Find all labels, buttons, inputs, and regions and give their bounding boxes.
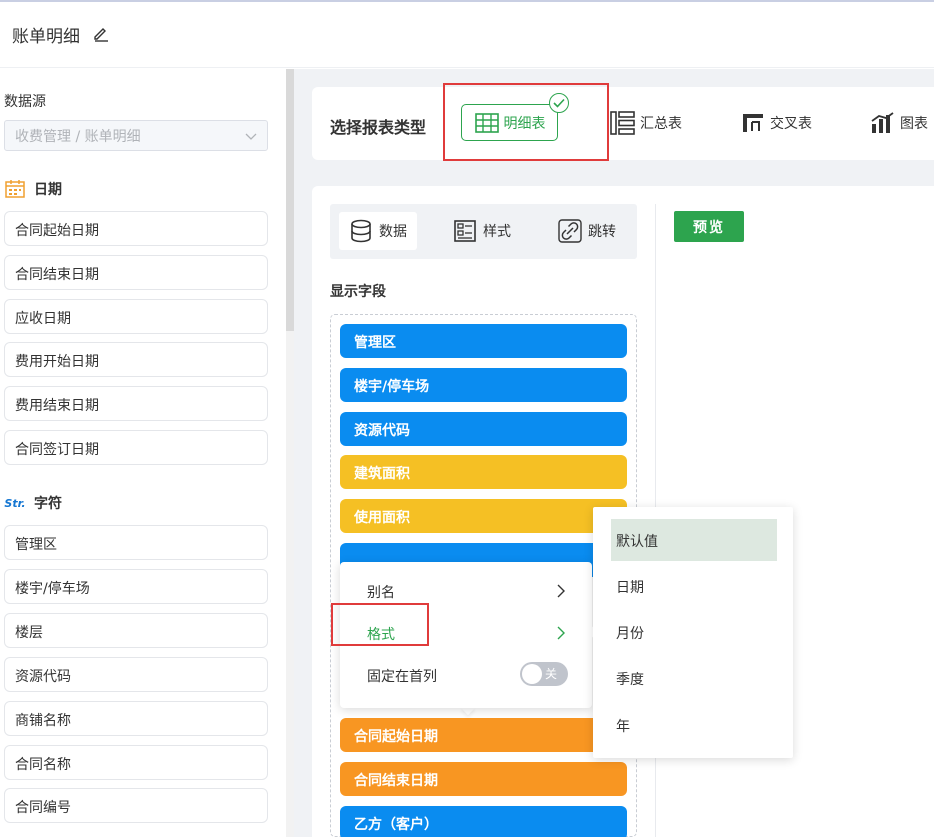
format-submenu: 默认值 日期 月份 季度 年	[593, 507, 793, 758]
report-type-cross[interactable]: 交叉表	[740, 111, 812, 135]
report-type-card: 选择报表类型 明细表 汇总表 交叉表 图表	[312, 87, 934, 160]
database-icon	[349, 219, 373, 243]
config-tabs: 数据 样式 跳转	[330, 204, 637, 259]
format-option-default[interactable]: 默认值	[611, 519, 777, 561]
field-chip[interactable]: 建筑面积	[340, 455, 627, 489]
date-field-item[interactable]: 合同签订日期	[4, 430, 268, 465]
report-type-cross-label: 交叉表	[770, 116, 812, 132]
field-chip[interactable]: 资源代码	[340, 412, 627, 446]
datasource-label: 数据源	[4, 94, 46, 110]
format-option-month[interactable]: 月份	[611, 611, 777, 653]
toggle-label: 关	[545, 667, 558, 681]
highlight-box-format	[331, 603, 429, 646]
chevron-down-icon	[245, 130, 257, 140]
string-group-title: Str. 字符	[4, 493, 62, 513]
tab-style[interactable]: 样式	[443, 212, 521, 250]
chevron-right-icon	[556, 626, 566, 640]
sidebar-scrollbar-thumb[interactable]	[286, 69, 294, 331]
report-type-summary[interactable]: 汇总表	[610, 111, 682, 135]
string-field-item[interactable]: 合同名称	[4, 745, 268, 780]
tab-data[interactable]: 数据	[339, 212, 417, 250]
string-type-icon: Str.	[4, 496, 26, 510]
edit-pencil-icon[interactable]	[92, 24, 110, 42]
cross-table-icon	[740, 111, 766, 135]
string-field-item[interactable]: 资源代码	[4, 657, 268, 692]
string-field-item[interactable]: 商铺名称	[4, 701, 268, 736]
page-title: 账单明细	[12, 27, 80, 47]
chevron-right-icon	[556, 584, 566, 598]
date-field-item[interactable]: 费用开始日期	[4, 342, 268, 377]
date-field-item[interactable]: 应收日期	[4, 299, 268, 334]
date-group-label: 日期	[34, 182, 62, 198]
string-field-item[interactable]: 楼层	[4, 613, 268, 648]
format-option-date[interactable]: 日期	[611, 565, 777, 607]
menu-item-alias[interactable]: 别名	[367, 582, 395, 602]
string-group-label: 字符	[34, 496, 62, 512]
tab-jump-label: 跳转	[588, 224, 616, 240]
date-field-item[interactable]: 合同起始日期	[4, 211, 268, 246]
page-header: 账单明细	[0, 2, 934, 68]
string-field-item[interactable]: 管理区	[4, 525, 268, 560]
tab-jump[interactable]: 跳转	[548, 212, 626, 250]
datasource-select[interactable]: 收费管理 / 账单明细	[4, 120, 268, 151]
field-chip[interactable]: 乙方（客户）	[340, 806, 627, 837]
preview-button[interactable]: 预览	[674, 211, 744, 242]
tab-data-label: 数据	[379, 224, 407, 240]
report-type-chart-label: 图表	[900, 116, 928, 132]
calendar-icon	[4, 179, 26, 199]
date-field-item[interactable]: 费用结束日期	[4, 386, 268, 421]
field-chip[interactable]: 楼宇/停车场	[340, 368, 627, 402]
menu-item-pin-first-col: 固定在首列	[367, 669, 437, 685]
format-option-year[interactable]: 年	[611, 704, 777, 746]
report-type-chart[interactable]: 图表	[870, 111, 928, 135]
string-field-item[interactable]: 楼宇/停车场	[4, 569, 268, 604]
field-chip[interactable]: 使用面积	[340, 499, 627, 533]
chart-icon	[870, 111, 896, 135]
datasource-value: 收费管理 / 账单明细	[15, 129, 141, 145]
tab-style-label: 样式	[483, 224, 511, 240]
date-group-title: 日期	[4, 179, 62, 199]
field-chip[interactable]: 合同起始日期	[340, 718, 627, 752]
field-chip[interactable]: 管理区	[340, 324, 627, 358]
report-type-label: 选择报表类型	[330, 118, 427, 137]
string-field-item[interactable]: 合同编号	[4, 788, 268, 823]
summary-list-icon	[610, 111, 636, 135]
style-layout-icon	[453, 219, 477, 243]
pin-first-col-toggle[interactable]: 关	[520, 662, 568, 686]
date-field-item[interactable]: 合同结束日期	[4, 255, 268, 290]
report-type-summary-label: 汇总表	[640, 116, 682, 132]
field-sidebar: 数据源 收费管理 / 账单明细 日期 合同起始日期 合同结束日期 应收日期 费用…	[0, 69, 286, 837]
field-chip[interactable]: 合同结束日期	[340, 762, 627, 796]
highlight-box-report-type	[443, 83, 609, 161]
link-icon	[558, 219, 582, 243]
show-fields-label: 显示字段	[330, 284, 386, 300]
format-option-quarter[interactable]: 季度	[611, 657, 777, 699]
toggle-knob	[522, 664, 542, 684]
